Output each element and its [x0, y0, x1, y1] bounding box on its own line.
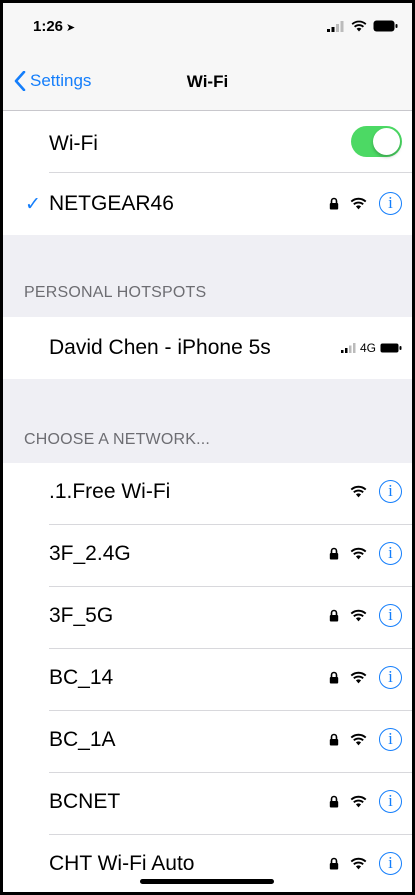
network-row[interactable]: 3F_2.4G i [3, 525, 412, 587]
network-status-icons: i [329, 666, 402, 689]
info-icon[interactable]: i [379, 604, 402, 627]
section-header-choose-network: CHOOSE A NETWORK... [24, 431, 211, 448]
network-status-icons: i [329, 542, 402, 565]
lock-icon [329, 857, 339, 870]
network-row[interactable]: 3F_5G i [3, 587, 412, 649]
checkmark-icon: ✓ [25, 194, 41, 215]
wifi-signal-icon [350, 609, 367, 622]
lock-icon [329, 197, 339, 210]
network-list: .1.Free Wi-Fi i 3F_2.4G i 3F_5G i BC_14 i BC_1A i… [3, 463, 412, 892]
wifi-status-icon [351, 20, 367, 32]
network-status-icons: i [350, 480, 402, 503]
phone-screen: 1:26 ➤ Settings Wi-Fi Wi-Fi ✓ NETGEAR46 … [3, 3, 412, 892]
network-type-label: 4G [359, 341, 376, 355]
network-status-icons: i [329, 192, 402, 215]
wifi-signal-icon [350, 857, 367, 870]
toggle-knob [373, 128, 400, 155]
wifi-toggle-label: Wi-Fi [49, 132, 98, 155]
network-row[interactable]: BC_14 i [3, 649, 412, 711]
home-indicator[interactable] [140, 879, 274, 884]
navigation-bar: Settings Wi-Fi [3, 43, 412, 111]
connected-network-row[interactable]: ✓ NETGEAR46 i [3, 173, 412, 235]
battery-icon [380, 343, 402, 353]
wifi-toggle[interactable] [351, 126, 402, 157]
wifi-group: Wi-Fi ✓ NETGEAR46 i [3, 111, 412, 235]
network-status-icons: i [329, 604, 402, 627]
info-icon[interactable]: i [379, 728, 402, 751]
lock-icon [329, 795, 339, 808]
network-name: BCNET [49, 790, 121, 813]
battery-icon [373, 20, 398, 32]
lock-icon [329, 671, 339, 684]
lock-icon [329, 733, 339, 746]
network-row[interactable]: .1.Free Wi-Fi i [3, 463, 412, 525]
lock-icon [329, 609, 339, 622]
cellular-signal-icon [327, 20, 344, 32]
info-icon[interactable]: i [379, 852, 402, 875]
info-icon[interactable]: i [379, 192, 402, 215]
wifi-signal-icon [350, 197, 367, 210]
network-name: .1.Free Wi-Fi [49, 480, 171, 503]
location-icon: ➤ [66, 22, 76, 34]
wifi-signal-icon [350, 547, 367, 560]
wifi-signal-icon [350, 795, 367, 808]
lock-icon [329, 547, 339, 560]
network-status-icons: i [329, 790, 402, 813]
status-time-text: 1:26 [33, 18, 64, 35]
network-name: 3F_5G [49, 604, 114, 627]
info-icon[interactable]: i [379, 542, 402, 565]
info-icon[interactable]: i [379, 666, 402, 689]
status-bar: 1:26 ➤ [3, 3, 412, 43]
wifi-signal-icon [350, 485, 367, 498]
wifi-signal-icon [350, 671, 367, 684]
hotspot-row[interactable]: David Chen - iPhone 5s 4G [3, 317, 412, 379]
network-row[interactable]: BCNET i [3, 773, 412, 835]
section-header-personal-hotspots: PERSONAL HOTSPOTS [24, 284, 207, 301]
status-icons [327, 20, 398, 32]
hotspot-status-icons: 4G [340, 341, 402, 355]
network-name: BC_14 [49, 666, 114, 689]
wifi-signal-icon [350, 733, 367, 746]
status-time: 1:26 ➤ [33, 18, 75, 35]
network-status-icons: i [329, 852, 402, 875]
cellular-signal-icon [340, 343, 356, 353]
info-icon[interactable]: i [379, 790, 402, 813]
network-name: 3F_2.4G [49, 542, 131, 565]
connected-network-name: NETGEAR46 [49, 192, 174, 215]
page-title: Wi-Fi [186, 72, 229, 91]
network-status-icons: i [329, 728, 402, 751]
info-icon[interactable]: i [379, 480, 402, 503]
network-row[interactable]: BC_1A i [3, 711, 412, 773]
hotspot-name: David Chen - iPhone 5s [49, 336, 271, 359]
network-name: CHT Wi-Fi Auto [49, 852, 195, 875]
network-name: BC_1A [49, 728, 116, 751]
